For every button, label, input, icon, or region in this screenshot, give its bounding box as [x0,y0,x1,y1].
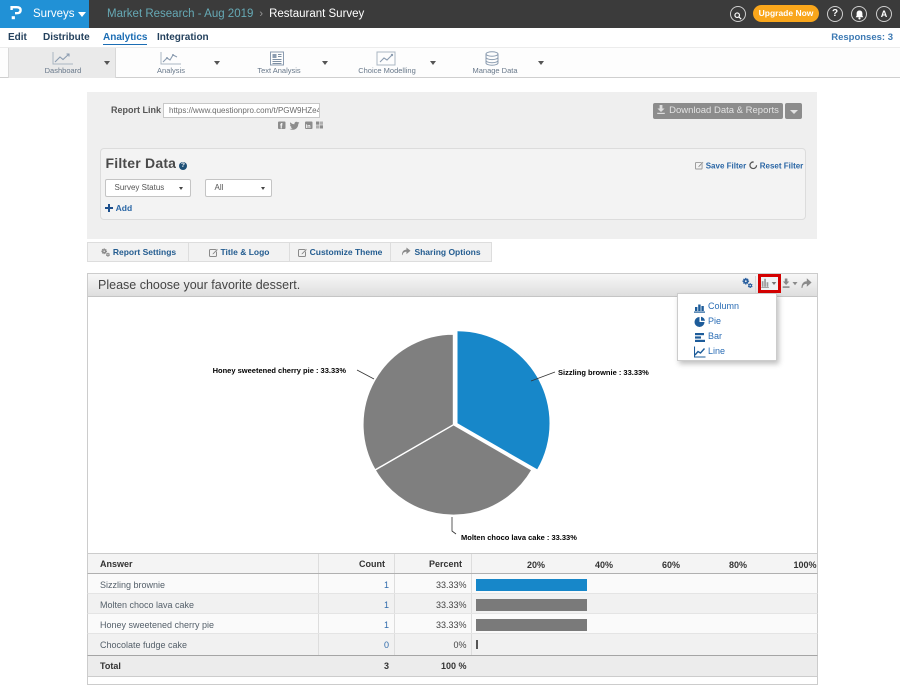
svg-text:in: in [306,124,312,130]
